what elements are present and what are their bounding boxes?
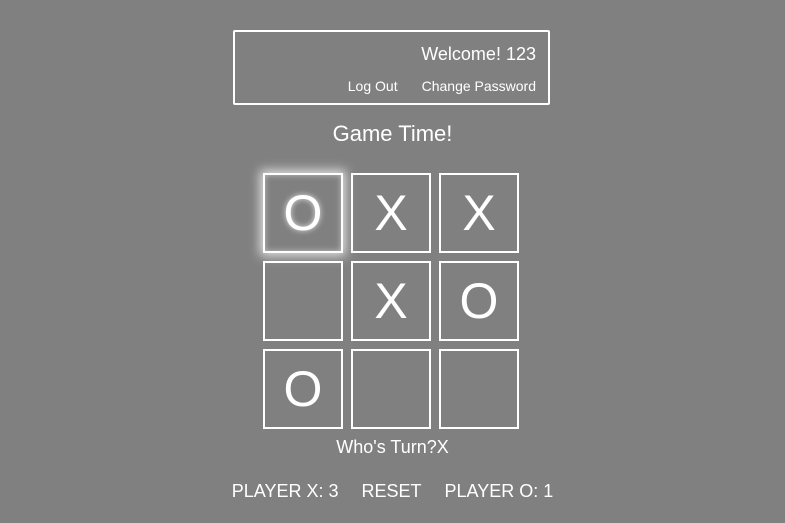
game-title: Game Time! (332, 121, 453, 146)
game-board: O X X X O O (263, 173, 519, 429)
account-panel: Welcome! 123 Log Out Change Password (233, 30, 550, 105)
player-o-score: PLAYER O: 1 (445, 481, 554, 502)
player-x-value: 3 (328, 481, 339, 501)
player-x-label: PLAYER X: (231, 481, 324, 501)
board-cell-r2-c2[interactable]: X (351, 261, 431, 341)
logout-link[interactable]: Log Out (348, 78, 398, 94)
username: 123 (505, 44, 536, 64)
board-cell-r3-c1[interactable]: O (263, 349, 343, 429)
account-links: Log Out Change Password (348, 78, 536, 94)
welcome-label: Welcome! (421, 44, 501, 64)
player-o-value: 1 (543, 481, 554, 501)
welcome-message: Welcome! 123 (421, 44, 536, 65)
scorebar: PLAYER X: 3 RESET PLAYER O: 1 (0, 481, 785, 502)
player-o-label: PLAYER O: (444, 481, 539, 501)
board-cell-r2-c1[interactable] (263, 261, 343, 341)
board-cell-r1-c2[interactable]: X (351, 173, 431, 253)
board-cell-r1-c1[interactable]: O (263, 173, 343, 253)
turn-indicator: Who's Turn?X (0, 437, 785, 458)
current-turn: X (436, 437, 449, 457)
player-x-score: PLAYER X: 3 (232, 481, 339, 502)
board-cell-r3-c2[interactable] (351, 349, 431, 429)
board-cell-r2-c3[interactable]: O (439, 261, 519, 341)
reset-button[interactable]: RESET (362, 481, 422, 502)
board-cell-r3-c3[interactable] (439, 349, 519, 429)
board-cell-r1-c3[interactable]: X (439, 173, 519, 253)
change-password-link[interactable]: Change Password (422, 78, 536, 94)
turn-label: Who's Turn? (336, 437, 437, 457)
